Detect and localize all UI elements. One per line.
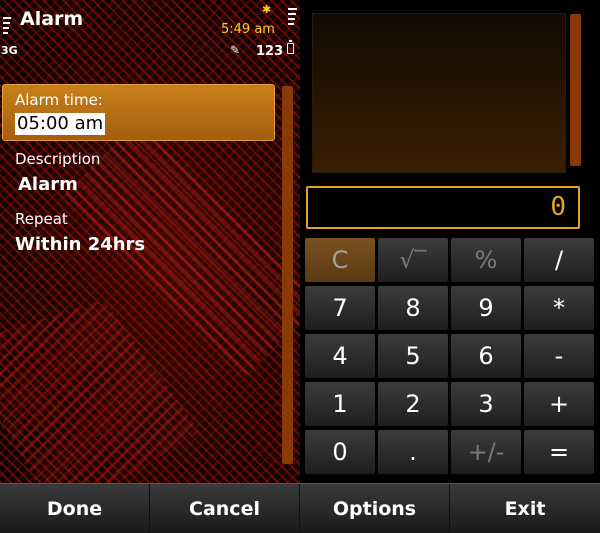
key-percent[interactable]: % [451, 238, 521, 282]
battery-level-icon [288, 8, 298, 28]
key-clear[interactable]: C [305, 238, 375, 282]
form-scrollbar[interactable] [282, 86, 293, 464]
key-0[interactable]: 0 [305, 430, 375, 474]
alarm-time-field[interactable]: Alarm time: 05:00 am [2, 84, 275, 141]
pencil-icon: ✎ [230, 43, 241, 57]
key-4[interactable]: 4 [305, 334, 375, 378]
exit-button[interactable]: Exit [450, 484, 600, 533]
key-decimal[interactable]: . [378, 430, 448, 474]
repeat-label: Repeat [15, 210, 68, 228]
bluetooth-icon: ✱ [262, 3, 272, 16]
calculator-pane: 0 C √‾ % / 7 8 9 * 4 5 6 - 1 2 3 + 0 . +… [300, 0, 600, 483]
alarm-editor-pane: 3G Alarm ✱ 5:49 am ✎ 123 Alarm time: 05:… [0, 0, 300, 483]
calculator-result-value: 0 [550, 192, 566, 222]
alarm-time-input[interactable]: 05:00 am [15, 113, 106, 135]
calculator-result-display: 0 [306, 186, 580, 229]
cancel-button[interactable]: Cancel [150, 484, 300, 533]
key-plus-minus[interactable]: +/- [451, 430, 521, 474]
done-button[interactable]: Done [0, 484, 150, 533]
key-5[interactable]: 5 [378, 334, 448, 378]
key-2[interactable]: 2 [378, 382, 448, 426]
battery-icon [287, 40, 294, 54]
calculator-history-display [312, 13, 566, 173]
key-3[interactable]: 3 [451, 382, 521, 426]
input-mode-indicator: 123 [256, 44, 284, 59]
key-divide[interactable]: / [524, 238, 594, 282]
app-title: Alarm [20, 8, 84, 30]
repeat-field[interactable]: Within 24hrs [15, 234, 145, 255]
key-7[interactable]: 7 [305, 286, 375, 330]
key-square-root[interactable]: √‾ [378, 238, 448, 282]
description-label: Description [15, 150, 101, 168]
network-type: 3G [1, 44, 18, 57]
softkey-bar: Done Cancel Options Exit [0, 483, 600, 533]
key-subtract[interactable]: - [524, 334, 594, 378]
signal-strength-icon [3, 17, 13, 37]
key-equals[interactable]: = [524, 430, 594, 474]
history-scrollbar[interactable] [570, 14, 581, 166]
options-button[interactable]: Options [300, 484, 450, 533]
key-add[interactable]: + [524, 382, 594, 426]
description-field[interactable]: Alarm [18, 174, 78, 195]
key-1[interactable]: 1 [305, 382, 375, 426]
alarm-time-label: Alarm time: [15, 91, 103, 109]
key-6[interactable]: 6 [451, 334, 521, 378]
key-9[interactable]: 9 [451, 286, 521, 330]
clock: 5:49 am [221, 22, 275, 37]
key-8[interactable]: 8 [378, 286, 448, 330]
key-multiply[interactable]: * [524, 286, 594, 330]
